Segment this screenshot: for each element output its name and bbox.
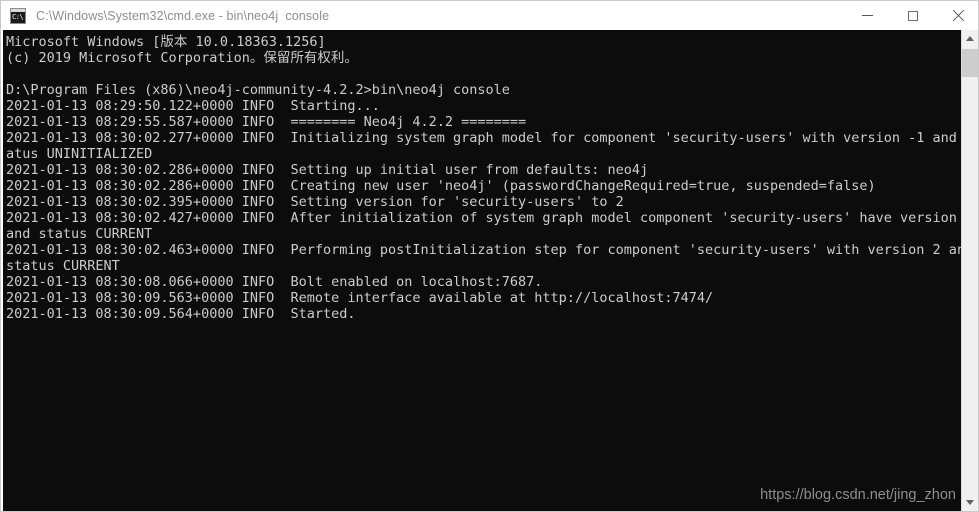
scroll-up-arrow-icon[interactable] (962, 30, 978, 47)
maximize-button[interactable] (890, 1, 935, 30)
window-title: C:\Windows\System32\cmd.exe - bin\neo4j … (36, 8, 330, 23)
close-button[interactable] (935, 1, 978, 30)
cmd-console-icon: C:\ (10, 7, 26, 24)
close-icon (952, 10, 964, 22)
scroll-down-arrow-icon[interactable] (962, 494, 978, 511)
cmd-window: C:\ C:\Windows\System32\cmd.exe - bin\ne… (0, 0, 979, 512)
maximize-icon (907, 10, 918, 21)
cmd-icon-glyph: C:\ (12, 12, 24, 21)
minimize-button[interactable] (845, 1, 890, 30)
title-bar[interactable]: C:\ C:\Windows\System32\cmd.exe - bin\ne… (1, 1, 978, 30)
console-output-area[interactable]: Microsoft Windows [版本 10.0.18363.1256] (… (3, 30, 962, 511)
scrollbar-thumb[interactable] (962, 49, 978, 77)
minimize-icon (862, 15, 873, 16)
vertical-scrollbar[interactable] (961, 30, 978, 511)
window-controls (845, 1, 978, 30)
console-text: Microsoft Windows [版本 10.0.18363.1256] (… (6, 34, 962, 322)
